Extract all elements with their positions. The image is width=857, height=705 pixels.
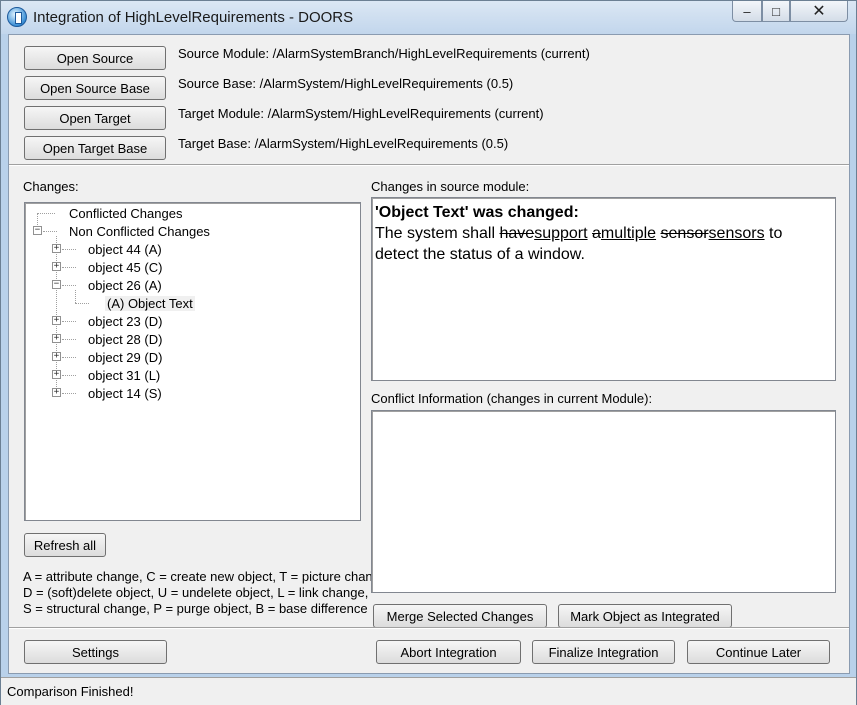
- tree-item-object[interactable]: + object 31 (L): [25, 366, 355, 384]
- tree-item-label: Conflicted Changes: [69, 205, 183, 221]
- collapse-icon[interactable]: −: [33, 226, 42, 235]
- top-separator: [9, 164, 849, 166]
- dialog-client-area: Open Source Source Module: /AlarmSystemB…: [8, 34, 850, 674]
- tree-item-conflicted-changes[interactable]: Conflicted Changes: [25, 204, 355, 222]
- maximize-icon: □: [772, 3, 780, 19]
- conflict-info-textbox[interactable]: [371, 410, 836, 593]
- tree-item-label: object 45 (C): [88, 259, 163, 275]
- tree-item-object[interactable]: + object 14 (S): [25, 384, 355, 402]
- close-button[interactable]: ✕: [790, 1, 848, 22]
- tree-item-object[interactable]: + object 44 (A): [25, 240, 355, 258]
- status-text: Comparison Finished!: [7, 684, 134, 699]
- tree-item-label: object 29 (D): [88, 349, 163, 365]
- target-module-label: Target Module: /AlarmSystem/HighLevelReq…: [178, 106, 544, 121]
- conflict-info-label: Conflict Information (changes in current…: [371, 391, 653, 406]
- settings-button[interactable]: Settings: [24, 640, 167, 664]
- merge-selected-changes-button[interactable]: Merge Selected Changes: [373, 604, 547, 628]
- expand-icon[interactable]: +: [52, 352, 61, 361]
- tree-dots: [37, 213, 55, 214]
- expand-icon[interactable]: +: [52, 334, 61, 343]
- inserted-text: multiple: [600, 225, 657, 242]
- tree-item-object[interactable]: + object 23 (D): [25, 312, 355, 330]
- tree-dots: [62, 321, 76, 322]
- minimize-button[interactable]: –: [732, 1, 762, 22]
- tree-dots: [62, 285, 76, 286]
- tree-item-label: object 23 (D): [88, 313, 163, 329]
- refresh-all-button[interactable]: Refresh all: [24, 533, 106, 557]
- close-icon: ✕: [812, 3, 826, 20]
- maximize-button[interactable]: □: [762, 1, 790, 22]
- bottom-separator: [9, 627, 849, 629]
- tree-item-object[interactable]: + object 45 (C): [25, 258, 355, 276]
- change-heading: 'Object Text' was changed:: [375, 204, 579, 221]
- legend-line-1: A = attribute change, C = create new obj…: [23, 569, 391, 584]
- inserted-text: sensors: [708, 225, 765, 242]
- source-changes-textbox[interactable]: 'Object Text' was changed: The system sh…: [371, 197, 836, 381]
- mark-object-integrated-button[interactable]: Mark Object as Integrated: [558, 604, 732, 628]
- finalize-integration-button[interactable]: Finalize Integration: [532, 640, 675, 664]
- legend-line-3: S = structural change, P = purge object,…: [23, 601, 368, 616]
- tree-item-label: object 26 (A): [88, 277, 162, 293]
- open-target-button[interactable]: Open Target: [24, 106, 166, 130]
- tree-item-label: object 28 (D): [88, 331, 163, 347]
- tree-dots: [62, 357, 76, 358]
- change-description: 'Object Text' was changed: The system sh…: [375, 202, 830, 265]
- expand-icon[interactable]: +: [52, 244, 61, 253]
- tree-dots: [75, 303, 89, 304]
- expand-icon[interactable]: +: [52, 316, 61, 325]
- tree-item-non-conflicted-changes[interactable]: − Non Conflicted Changes: [25, 222, 355, 240]
- tree-item-label: object 44 (A): [88, 241, 162, 257]
- deleted-text: sensor: [660, 225, 709, 242]
- tree-dots: [62, 249, 76, 250]
- tree-item-label: Non Conflicted Changes: [69, 223, 210, 239]
- tree-item-label: object 31 (L): [88, 367, 161, 383]
- title-bar[interactable]: Integration of HighLevelRequirements - D…: [1, 1, 856, 34]
- minimize-icon: –: [743, 3, 751, 19]
- change-body: The system shall havesupport amultiple s…: [375, 223, 830, 265]
- open-target-base-button[interactable]: Open Target Base: [24, 136, 166, 160]
- source-module-label: Source Module: /AlarmSystemBranch/HighLe…: [178, 46, 590, 61]
- source-base-label: Source Base: /AlarmSystem/HighLevelRequi…: [178, 76, 514, 91]
- tree-item-object[interactable]: − object 26 (A): [25, 276, 355, 294]
- text-segment: The system shall: [375, 225, 500, 242]
- legend-line-2: D = (soft)delete object, U = undelete ob…: [23, 585, 369, 600]
- changes-tree[interactable]: Conflicted Changes − Non Conflicted Chan…: [24, 202, 361, 521]
- tree-item-object[interactable]: + object 29 (D): [25, 348, 355, 366]
- tree-dots: [62, 375, 76, 376]
- deleted-text: a: [592, 225, 601, 242]
- inserted-text: support: [534, 225, 588, 242]
- tree-dots: [62, 393, 76, 394]
- doors-app-icon: [7, 7, 27, 27]
- tree-item-object[interactable]: + object 28 (D): [25, 330, 355, 348]
- window-title: Integration of HighLevelRequirements - D…: [33, 9, 354, 26]
- integration-window: Integration of HighLevelRequirements - D…: [0, 0, 857, 705]
- source-changes-label: Changes in source module:: [371, 179, 530, 194]
- open-source-button[interactable]: Open Source: [24, 46, 166, 70]
- deleted-text: have: [499, 225, 535, 242]
- expand-icon[interactable]: +: [52, 388, 61, 397]
- changes-label: Changes:: [23, 179, 79, 194]
- tree-dots: [62, 339, 76, 340]
- expand-icon[interactable]: +: [52, 262, 61, 271]
- collapse-icon[interactable]: −: [52, 280, 61, 289]
- abort-integration-button[interactable]: Abort Integration: [376, 640, 521, 664]
- open-source-base-button[interactable]: Open Source Base: [24, 76, 166, 100]
- expand-icon[interactable]: +: [52, 370, 61, 379]
- status-bar: Comparison Finished!: [1, 677, 856, 705]
- tree-item-label: object 14 (S): [88, 385, 162, 401]
- target-base-label: Target Base: /AlarmSystem/HighLevelRequi…: [178, 136, 509, 151]
- tree-dots: [43, 231, 57, 232]
- tree-item-label: (A) Object Text: [105, 295, 195, 311]
- tree-dots: [62, 267, 76, 268]
- tree-item-object-text-change[interactable]: (A) Object Text: [25, 294, 355, 312]
- continue-later-button[interactable]: Continue Later: [687, 640, 830, 664]
